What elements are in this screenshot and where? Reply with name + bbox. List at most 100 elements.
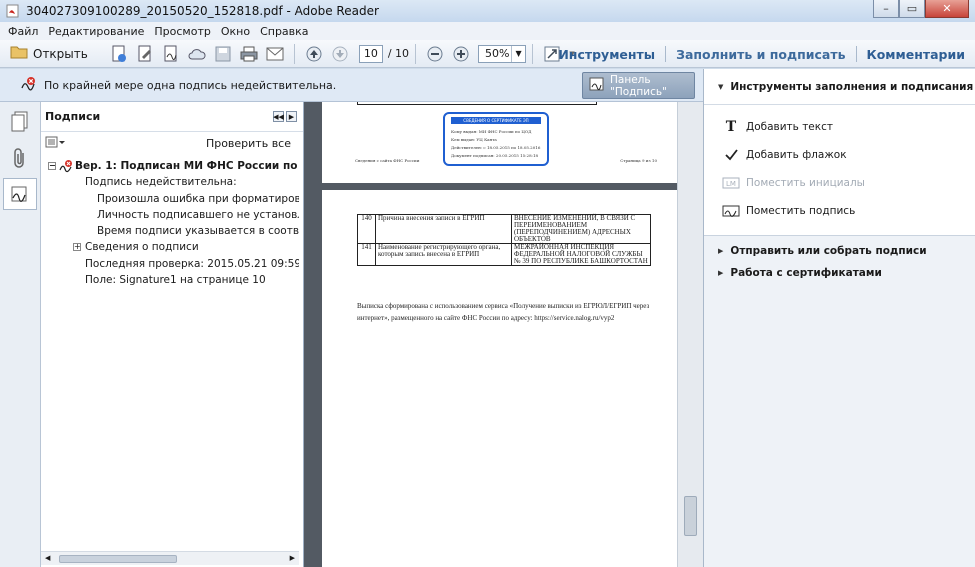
- svg-text:LM: LM: [726, 180, 736, 188]
- title-bar: 304027309100289_20150520_152818.pdf - Ad…: [0, 0, 975, 22]
- open-button[interactable]: Открыть: [10, 45, 88, 62]
- menu-help[interactable]: Справка: [260, 25, 308, 38]
- signature-tree-item[interactable]: + Сведения о подписи: [41, 239, 299, 255]
- previous-page-icon[interactable]: [303, 44, 325, 64]
- place-initials-tool[interactable]: LM Поместить инициалы: [704, 169, 975, 197]
- zoom-out-icon[interactable]: [424, 44, 446, 64]
- page-thumbnails-icon[interactable]: [3, 106, 37, 138]
- fill-and-sign-pane: ▼ Инструменты заполнения и подписания T …: [703, 69, 975, 567]
- signatures-panel-header: Подписи ◀◀ ▶: [41, 102, 303, 132]
- save-icon[interactable]: [212, 44, 234, 64]
- window-title: 304027309100289_20150520_152818.pdf - Ad…: [26, 4, 379, 18]
- section-title: Инструменты заполнения и подписания: [730, 80, 974, 93]
- signatures-panel-toolbar: Проверить все: [41, 132, 303, 154]
- email-icon[interactable]: [264, 44, 286, 64]
- signature-panel-button[interactable]: Панель "Подпись": [582, 72, 695, 99]
- menu-view[interactable]: Просмотр: [154, 25, 210, 38]
- checkmark-icon: [722, 147, 740, 163]
- scroll-left-icon[interactable]: ◀: [45, 554, 50, 562]
- signature-tree: − Вер. 1: Подписан МИ ФНС России по ЦОД …: [41, 154, 299, 288]
- menu-file[interactable]: Файл: [8, 25, 38, 38]
- toolbar-separator: [532, 43, 534, 64]
- record-table: 140 Причина внесения записи в ЕГРИП ВНЕС…: [357, 214, 651, 266]
- page-total: / 10: [387, 47, 410, 60]
- signature-tree-item[interactable]: Подпись недействительна:: [41, 174, 299, 190]
- signatures-panel: Подписи ◀◀ ▶ Проверить все − Вер. 1: Под…: [41, 102, 304, 567]
- table-row: 140 Причина внесения записи в ЕГРИП ВНЕС…: [357, 214, 651, 244]
- tab-tools[interactable]: Инструменты: [548, 47, 665, 62]
- notification-message: По крайней мере одна подпись недействите…: [44, 78, 337, 92]
- signature-tree-item[interactable]: Произошла ошибка при форматировании или: [41, 191, 299, 207]
- place-signature-tool[interactable]: Поместить подпись: [704, 197, 975, 225]
- close-button[interactable]: ✕: [925, 0, 969, 18]
- zoom-select[interactable]: 50% ▼: [478, 44, 527, 63]
- tab-fill-and-sign[interactable]: Заполнить и подписать: [666, 47, 855, 62]
- open-label: Открыть: [33, 46, 88, 61]
- document-viewport[interactable]: СВЕДЕНИЯ О СЕРТИФИКАТЕ ЭП Кому выдан: МИ…: [304, 102, 703, 567]
- signature-notification-bar: По крайней мере одна подпись недействите…: [0, 69, 703, 102]
- add-checkmark-tool[interactable]: Добавить флажок: [704, 141, 975, 169]
- menu-edit[interactable]: Редактирование: [48, 25, 144, 38]
- stamp-line: Действителен: с 18.05.2015 по 18.05.2016: [451, 145, 541, 150]
- scroll-right-icon[interactable]: ▶: [290, 554, 295, 562]
- attachments-icon[interactable]: [3, 142, 37, 174]
- collapse-icon[interactable]: −: [48, 162, 56, 170]
- cloud-upload-icon[interactable]: [186, 44, 208, 64]
- expand-icon[interactable]: +: [73, 243, 81, 252]
- next-page-icon[interactable]: [329, 44, 351, 64]
- signatures-panel-icon[interactable]: [3, 178, 37, 210]
- zoom-in-icon[interactable]: [450, 44, 472, 64]
- fill-sign-tools-header[interactable]: ▼ Инструменты заполнения и подписания: [704, 69, 975, 105]
- add-text-tool[interactable]: T Добавить текст: [704, 113, 975, 141]
- page-number-input[interactable]: 10: [358, 44, 383, 63]
- maximize-button[interactable]: ▭: [899, 0, 925, 18]
- stamp-line: Кому выдан: МИ ФНС России по ЦОД: [451, 129, 532, 134]
- table-fragment: [357, 102, 597, 105]
- signature-tree-item[interactable]: Последняя проверка: 2015.05.21 09:59:24 …: [41, 256, 299, 272]
- page-footer-left: Сведения с сайта ФНС России: [355, 158, 420, 163]
- collapse-panel-icon[interactable]: ◀◀: [273, 111, 284, 122]
- send-collect-signatures-section[interactable]: ▶ Отправить или собрать подписи: [704, 240, 975, 262]
- window-controls: – ▭ ✕: [873, 0, 969, 18]
- document-page: 140 Причина внесения записи в ЕГРИП ВНЕС…: [322, 190, 677, 567]
- signatures-panel-title: Подписи: [45, 110, 101, 123]
- toolbar-separator: [415, 43, 417, 64]
- chevron-right-icon[interactable]: ▶: [286, 111, 297, 122]
- stamp-title: СВЕДЕНИЯ О СЕРТИФИКАТЕ ЭП: [451, 117, 541, 124]
- chevron-down-icon[interactable]: ▼: [511, 45, 525, 62]
- create-pdf-icon[interactable]: [108, 44, 130, 64]
- row-number: 141: [357, 243, 376, 266]
- certificates-section[interactable]: ▶ Работа с сертификатами: [704, 262, 975, 284]
- horizontal-scrollbar[interactable]: ◀ ▶: [41, 551, 299, 565]
- signature-tree-item[interactable]: Время подписи указывается в соответствии…: [41, 223, 299, 239]
- signature-tree-item[interactable]: Поле: Signature1 на странице 10: [41, 272, 299, 288]
- sign-document-icon[interactable]: [160, 44, 182, 64]
- options-menu-icon[interactable]: [45, 136, 65, 151]
- triangle-down-icon: ▼: [718, 82, 724, 91]
- stamp-line: Документ подписан: 20.05.2015 15:28:18: [451, 153, 539, 158]
- minimize-button[interactable]: –: [873, 0, 899, 18]
- row-field: Наименование регистрирующего органа, кот…: [375, 243, 512, 266]
- document-footer-text: Выписка сформирована с использованием се…: [357, 302, 650, 322]
- print-icon[interactable]: [238, 44, 260, 64]
- panel-nav: ◀◀ ▶: [271, 111, 297, 122]
- signature-tree-item[interactable]: − Вер. 1: Подписан МИ ФНС России по ЦОД: [41, 158, 299, 174]
- triangle-right-icon: ▶: [718, 247, 724, 255]
- tab-comments[interactable]: Комментарии: [857, 47, 975, 62]
- digital-signature-stamp: СВЕДЕНИЯ О СЕРТИФИКАТЕ ЭП Кому выдан: МИ…: [443, 112, 549, 166]
- verify-all-button[interactable]: Проверить все: [206, 137, 291, 150]
- edit-document-icon[interactable]: [134, 44, 156, 64]
- zoom-value: 50%: [485, 47, 510, 60]
- menu-window[interactable]: Окно: [221, 25, 250, 38]
- vertical-scrollbar[interactable]: [677, 102, 703, 567]
- signature-panel-label: Панель "Подпись": [610, 73, 667, 98]
- table-row: 141 Наименование регистрирующего органа,…: [357, 243, 651, 266]
- row-number: 140: [357, 214, 376, 244]
- adobe-reader-icon: [6, 4, 20, 18]
- navigation-pane-strip: [0, 102, 41, 567]
- signature-tree-item[interactable]: Личность подписавшего не установлена: [41, 207, 299, 223]
- scrollbar-thumb[interactable]: [59, 555, 177, 563]
- stamp-line: Кем выдан: УЦ Канта: [451, 137, 497, 142]
- scrollbar-thumb[interactable]: [684, 496, 697, 536]
- main-toolbar: Открыть 10 / 10 50% ▼ ▼ Инструменты Запо…: [0, 40, 975, 68]
